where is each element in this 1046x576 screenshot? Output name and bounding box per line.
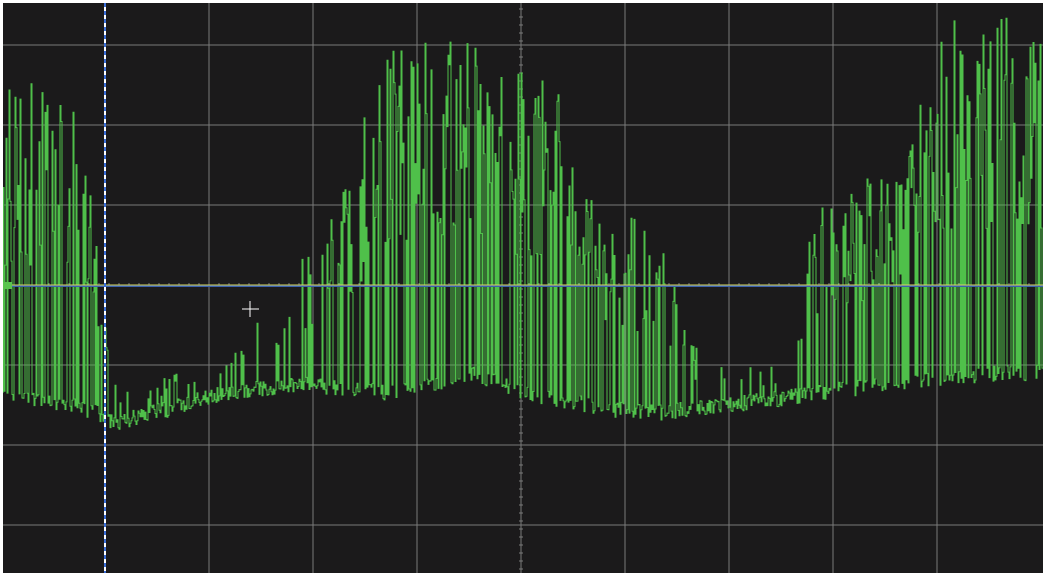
oscilloscope-window: [0, 0, 1046, 576]
waveform-display[interactable]: [3, 3, 1043, 573]
channel-ground-marker-icon: [3, 282, 12, 289]
waveform-canvas[interactable]: [3, 3, 1043, 573]
